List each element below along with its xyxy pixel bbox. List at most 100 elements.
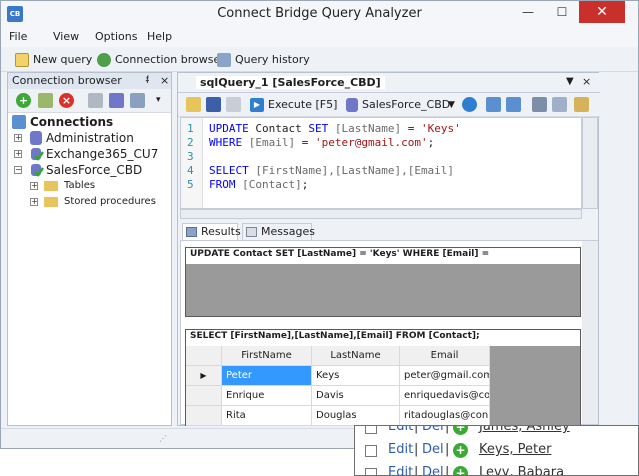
separator: | — [414, 465, 419, 476]
row-checkbox[interactable] — [365, 445, 377, 457]
delete-link[interactable]: Del — [422, 442, 444, 457]
add-connection-icon[interactable]: + — [16, 93, 31, 108]
tree-item-exchange365[interactable]: + Exchange365_CU7 — [14, 146, 167, 162]
table-cell[interactable]: peter@gmail.com — [400, 366, 490, 386]
sql-text: = — [295, 136, 315, 149]
pin-icon[interactable]: ᵮ — [146, 73, 149, 89]
database-select-value: SalesForce_CBD — [362, 98, 451, 111]
tree-item-salesforce[interactable]: − SalesForce_CBD — [14, 162, 167, 178]
table-cell[interactable]: Douglas — [312, 406, 400, 426]
connection-browser-label: Connection browser — [115, 53, 225, 66]
delete-link[interactable]: Del — [422, 465, 444, 475]
line-number: 1 — [187, 122, 194, 135]
new-document-icon[interactable] — [226, 97, 241, 112]
table-cell[interactable]: Davis — [312, 386, 400, 406]
table-cell[interactable]: ritadouglas@con... — [400, 406, 490, 426]
tree-item-label: Connections — [30, 115, 114, 129]
row-header[interactable] — [186, 406, 222, 426]
row-checkbox[interactable] — [365, 426, 377, 434]
editor-vertical-scrollbar[interactable] — [582, 117, 598, 209]
plus-icon[interactable]: + — [453, 426, 468, 435]
collapse-icon[interactable]: − — [14, 166, 22, 174]
new-query-button[interactable]: New query — [13, 51, 92, 69]
expand-icon[interactable]: + — [14, 134, 22, 142]
expand-icon[interactable]: + — [14, 150, 22, 158]
column-header-email[interactable]: Email — [400, 346, 490, 366]
menu-view[interactable]: View — [53, 30, 79, 43]
line-number: 2 — [187, 136, 194, 149]
tab-results[interactable]: Results — [182, 223, 241, 240]
table-cell[interactable]: Peter — [222, 366, 312, 386]
menu-file[interactable]: File — [9, 30, 27, 43]
database-icon — [30, 131, 42, 145]
expand-icon[interactable]: + — [30, 182, 38, 190]
row-checkbox[interactable] — [365, 468, 377, 475]
undo-icon[interactable] — [486, 97, 501, 112]
tab-results-label: Results — [201, 225, 241, 238]
connection-browser-button[interactable]: Connection browser — [95, 51, 225, 69]
database-icon[interactable] — [109, 93, 124, 108]
results-vertical-scrollbar[interactable] — [582, 241, 598, 424]
table-cell[interactable]: Rita — [222, 406, 312, 426]
menu-help[interactable]: Help — [147, 30, 172, 43]
column-header-lastname[interactable]: LastName — [312, 346, 400, 366]
tree-item-connections[interactable]: Connections — [12, 114, 167, 130]
tree-item-stored-procedures[interactable]: + Stored procedures — [30, 194, 167, 210]
close-button[interactable]: ✕ — [579, 1, 625, 23]
column-header-firstname[interactable]: FirstName — [222, 346, 312, 366]
tab-messages[interactable]: Messages — [242, 223, 315, 240]
copy-connection-icon[interactable] — [88, 93, 103, 108]
database-select[interactable]: SalesForce_CBD ▼ — [344, 97, 456, 113]
query-history-button[interactable]: Query history — [215, 51, 310, 69]
table-cell[interactable]: Enrique — [222, 386, 312, 406]
plus-icon[interactable]: + — [453, 466, 468, 475]
sql-editor[interactable]: 1 2 3 4 5 UPDATE Contact SET [LastName] … — [180, 117, 582, 209]
tab-close-icon[interactable]: × — [582, 75, 591, 88]
tab-list-icon[interactable]: ▼ — [566, 76, 574, 87]
sql-string: 'Keys' — [420, 122, 461, 135]
contact-link[interactable]: Keys, Peter — [479, 442, 551, 457]
pane-title: Connection browser — [12, 74, 122, 87]
redo-icon[interactable] — [506, 97, 521, 112]
code-line-4: SELECT [FirstName],[LastName],[Email] — [209, 164, 454, 177]
current-row-marker[interactable]: ▶ — [186, 366, 222, 386]
separator: | — [445, 465, 450, 476]
menu-options[interactable]: Options — [95, 30, 137, 43]
results-area: UPDATE Contact SET [LastName] = 'Keys' W… — [180, 240, 598, 427]
select-result-title: SELECT [FirstName],[LastName],[Email] FR… — [190, 331, 480, 341]
table-cell[interactable]: Keys — [312, 366, 400, 386]
resize-grip-icon[interactable]: ⋰ — [159, 434, 167, 443]
expand-icon[interactable]: + — [30, 198, 38, 206]
open-folder-icon[interactable] — [186, 97, 201, 112]
tree-item-administration[interactable]: + Administration — [14, 130, 167, 146]
delete-link[interactable]: Del — [422, 426, 444, 434]
copy-icon[interactable] — [552, 97, 567, 112]
connect-icon[interactable] — [462, 97, 477, 112]
minimize-button[interactable]: — — [511, 1, 545, 23]
refresh-icon[interactable] — [130, 93, 145, 108]
pane-close-icon[interactable]: × — [160, 73, 169, 89]
line-number-gutter: 1 2 3 4 5 — [181, 118, 203, 208]
table-cell[interactable]: enriquedavis@co... — [400, 386, 490, 406]
edit-link[interactable]: Edit — [388, 465, 413, 475]
list-item: Edit | Del | + Levy, Babara — [355, 464, 638, 476]
edit-link[interactable]: Edit — [388, 426, 413, 434]
toolbar-overflow-icon[interactable]: ▾ — [156, 95, 161, 105]
contact-link[interactable]: Levy, Babara — [479, 465, 564, 475]
delete-connection-icon[interactable]: × — [59, 93, 74, 108]
tree-item-tables[interactable]: + Tables — [30, 178, 167, 194]
tab-sqlquery-1[interactable]: sqlQuery_1 [SalesForce_CBD] — [196, 76, 385, 89]
title-bar: CB Connect Bridge Query Analyzer — ☐ ✕ — [1, 1, 638, 27]
cut-icon[interactable] — [532, 97, 547, 112]
editor-horizontal-scrollbar[interactable] — [180, 209, 582, 219]
edit-link[interactable]: Edit — [388, 442, 413, 457]
maximize-button[interactable]: ☐ — [545, 1, 579, 23]
edit-connection-icon[interactable] — [38, 93, 53, 108]
paste-icon[interactable] — [574, 97, 589, 112]
execute-button[interactable]: ▶ Execute [F5] — [250, 97, 337, 113]
tree-item-label: Tables — [64, 180, 96, 191]
plus-icon[interactable]: + — [453, 443, 468, 458]
row-header[interactable] — [186, 386, 222, 406]
save-icon[interactable] — [206, 97, 221, 112]
contact-link[interactable]: James, Ashley — [479, 426, 570, 434]
